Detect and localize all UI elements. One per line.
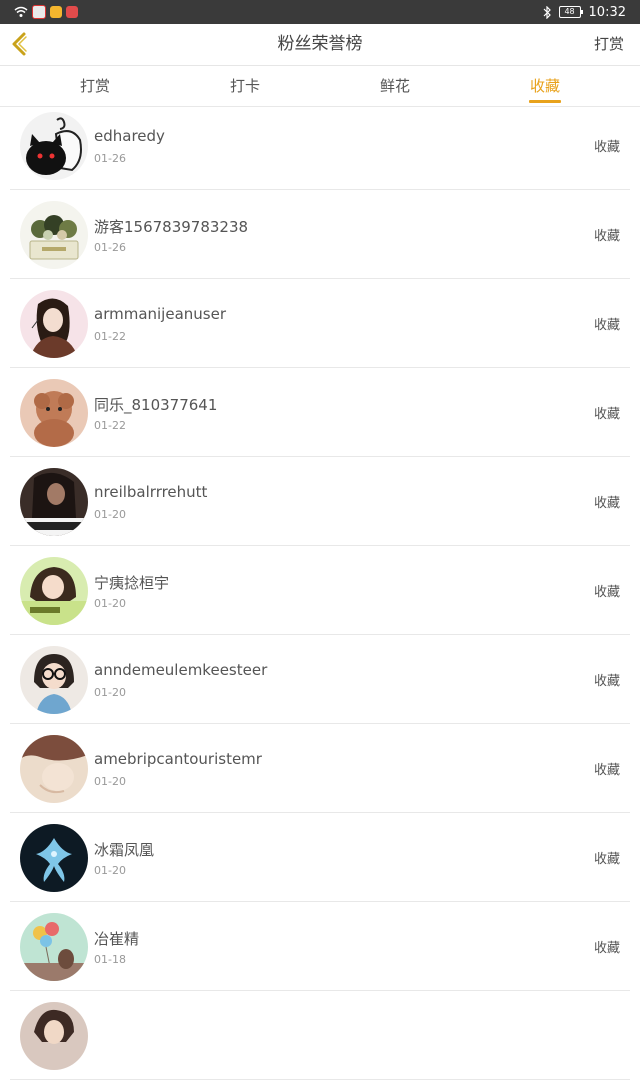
list-item[interactable]: edharedy 01-26 收藏 [0,101,640,190]
list-item[interactable]: armmanijeanuser 01-22 收藏 [0,279,640,368]
avatar [20,646,88,714]
list-item[interactable]: anndemeulemkeesteer 01-20 收藏 [0,635,640,724]
date-label: 01-20 [94,686,126,699]
status-bar: 48 10:32 [0,0,640,24]
favorite-label: 收藏 [593,674,620,689]
favorite-label: 收藏 [593,941,620,956]
date-label: 01-26 [94,241,126,254]
user-name: armmanijeanuser [94,305,226,323]
favorite-label: 收藏 [593,496,620,511]
wifi-icon [14,6,28,17]
app-notification-icon [50,6,62,18]
list-item[interactable]: nreilbalrrrehutt 01-20 收藏 [0,457,640,546]
avatar [20,379,88,447]
user-name: 同乐_810377641 [94,396,218,414]
date-label: 01-20 [94,864,126,877]
date-label: 01-22 [94,419,126,432]
tab-tip[interactable]: 打赏 [35,66,155,106]
date-label: 01-26 [94,152,126,165]
tab-label: 收藏 [529,77,560,95]
tab-checkin[interactable]: 打卡 [185,66,305,106]
avatar [20,557,88,625]
bluetooth-icon [543,5,551,19]
app-notification-icon [32,5,46,19]
tab-label: 打卡 [229,77,260,95]
list-item[interactable]: 冶崔精 01-18 收藏 [0,902,640,991]
user-name: 冰霜凤凰 [94,841,155,859]
favorite-label: 收藏 [593,229,620,244]
date-label: 01-22 [94,330,126,343]
user-name: 冶崔精 [94,930,140,948]
favorite-label: 收藏 [593,852,620,867]
favorite-label: 收藏 [593,140,620,155]
favorite-label: 收藏 [593,318,620,333]
favorite-label: 收藏 [593,763,620,778]
favorite-label: 收藏 [593,407,620,422]
user-name: amebripcantouristemr [94,750,262,768]
list-item[interactable]: 同乐_810377641 01-22 收藏 [0,368,640,457]
tab-favorites[interactable]: 收藏 [485,66,605,106]
list-item[interactable]: 宁痍捻桓宇 01-20 收藏 [0,546,640,635]
date-label: 01-20 [94,775,126,788]
avatar [20,290,88,358]
fan-list: edharedy 01-26 收藏 游客1567839783238 01-26 … [0,101,640,1080]
avatar [20,913,88,981]
tab-label: 鲜花 [379,77,410,95]
user-name: nreilbalrrrehutt [94,483,208,501]
user-name: 游客1567839783238 [94,218,249,236]
date-label: 01-20 [94,508,126,521]
list-item[interactable]: 游客1567839783238 01-26 收藏 [0,190,640,279]
date-label: 01-20 [94,597,126,610]
status-icons-right: 48 10:32 [543,0,626,24]
list-item[interactable]: amebripcantouristemr 01-20 收藏 [0,724,640,813]
date-label: 01-18 [94,953,126,966]
user-name: anndemeulemkeesteer [94,661,268,679]
avatar [20,201,88,269]
favorite-label: 收藏 [593,585,620,600]
status-time: 10:32 [588,4,626,20]
title-bar: 粉丝荣誉榜 打赏 [0,24,640,66]
user-name: edharedy [94,127,165,145]
app-notification-icon [66,6,78,18]
avatar [20,1002,88,1070]
status-icons-left [14,4,78,20]
tip-button[interactable]: 打赏 [594,24,624,65]
page-title: 粉丝荣誉榜 [277,34,363,54]
avatar [20,735,88,803]
tab-label: 打赏 [79,77,110,95]
list-item[interactable] [0,991,640,1080]
tab-flowers[interactable]: 鲜花 [335,66,455,106]
list-item[interactable]: 冰霜凤凰 01-20 收藏 [0,813,640,902]
user-name: 宁痍捻桓宇 [94,574,170,592]
avatar [20,824,88,892]
avatar [20,112,88,180]
avatar [20,468,88,536]
battery-icon: 48 [558,6,583,18]
